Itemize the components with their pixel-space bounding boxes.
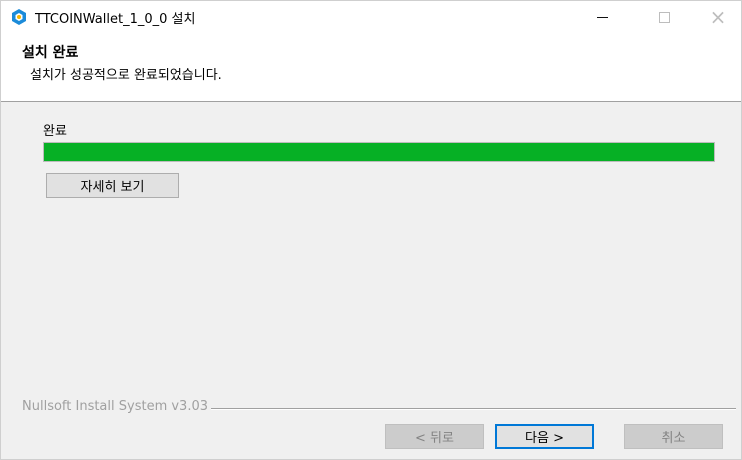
app-logo-icon (10, 8, 28, 26)
cancel-button[interactable]: 취소 (624, 424, 723, 449)
minimize-button[interactable] (579, 1, 625, 33)
next-button[interactable]: 다음 > (495, 424, 594, 449)
maximize-icon (658, 11, 670, 23)
show-details-button[interactable]: 자세히 보기 (46, 173, 179, 198)
progress-bar (43, 142, 715, 162)
status-label: 완료 (43, 124, 67, 139)
maximize-button[interactable] (641, 1, 687, 33)
page-subtitle: 설치가 성공적으로 완료되었습니다. (30, 68, 222, 83)
page-title: 설치 완료 (22, 45, 79, 61)
close-button[interactable]: × (695, 1, 741, 33)
page-header: 설치 완료 설치가 성공적으로 완료되었습니다. (1, 33, 741, 102)
installer-window: TTCOINWallet_1_0_0 설치 × 설치 완료 설치가 성공적으로 … (0, 0, 742, 460)
back-button[interactable]: < 뒤로 (385, 424, 484, 449)
window-title: TTCOINWallet_1_0_0 설치 (35, 12, 196, 27)
minimize-icon (596, 16, 608, 18)
progress-fill (44, 143, 714, 161)
close-icon: × (709, 5, 727, 29)
title-bar[interactable]: TTCOINWallet_1_0_0 설치 × (1, 1, 741, 33)
branding-text: Nullsoft Install System v3.03 (22, 399, 212, 414)
